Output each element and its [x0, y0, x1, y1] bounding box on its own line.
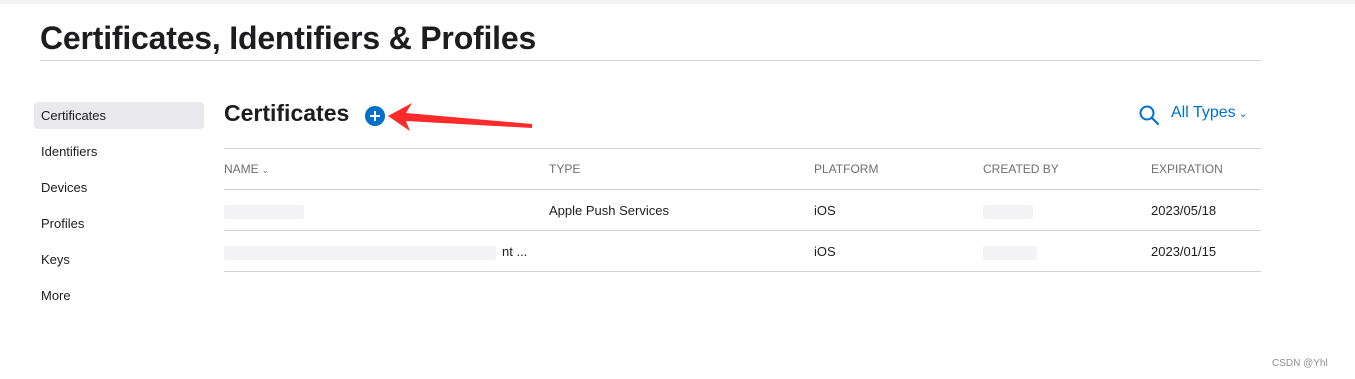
- column-header-name-label: NAME: [224, 162, 259, 176]
- type-filter-label: All Types: [1171, 104, 1236, 121]
- sidebar-item-profiles[interactable]: Profiles: [34, 210, 204, 237]
- redacted-text: [983, 245, 1037, 260]
- row-expiration: 2023/05/18: [1151, 203, 1217, 218]
- type-filter-dropdown[interactable]: All Types ⌄: [1171, 104, 1248, 122]
- table-row[interactable]: nt ... iOS 2023/01/15: [224, 230, 1261, 272]
- section-title: Certificates: [224, 100, 350, 126]
- sidebar-item-keys[interactable]: Keys: [34, 246, 204, 273]
- row-platform: iOS: [814, 244, 836, 259]
- redacted-text: [224, 204, 304, 219]
- title-divider: [40, 60, 1261, 61]
- certificates-table: NAME ⌄ TYPE PLATFORM CREATED BY EXPIRATIO…: [224, 148, 1261, 272]
- sidebar-item-more[interactable]: More: [34, 282, 204, 309]
- row-expiration: 2023/01/15: [1151, 244, 1217, 259]
- redacted-text: [224, 245, 496, 260]
- column-header-expiration: EXPIRATION: [1151, 162, 1223, 176]
- row-created-by: [983, 231, 1037, 272]
- row-name: nt ...: [224, 231, 527, 272]
- sort-chevron-icon: ⌄: [261, 165, 270, 175]
- search-icon[interactable]: [1138, 104, 1160, 126]
- sidebar: Certificates Identifiers Devices Profile…: [34, 102, 204, 318]
- chevron-down-icon: ⌄: [1238, 108, 1248, 120]
- top-bar: [0, 0, 1355, 4]
- row-name: [224, 190, 304, 231]
- column-header-created-by: CREATED BY: [983, 162, 1059, 176]
- row-platform: iOS: [814, 203, 836, 218]
- redacted-text: [983, 204, 1033, 219]
- row-name-text: nt ...: [502, 244, 528, 259]
- sidebar-item-identifiers[interactable]: Identifiers: [34, 138, 204, 165]
- sidebar-item-certificates[interactable]: Certificates: [34, 102, 204, 129]
- sidebar-item-devices[interactable]: Devices: [34, 174, 204, 201]
- watermark: CSDN @Yhl: [1272, 358, 1328, 369]
- row-type: Apple Push Services: [549, 203, 669, 218]
- column-header-type: TYPE: [549, 162, 581, 176]
- column-header-platform: PLATFORM: [814, 162, 879, 176]
- column-header-name[interactable]: NAME ⌄: [224, 149, 269, 191]
- annotation-arrow-icon: [388, 103, 532, 131]
- page-title: Certificates, Identifiers & Profiles: [40, 20, 537, 56]
- row-created-by: [983, 190, 1033, 231]
- table-header-row: NAME ⌄ TYPE PLATFORM CREATED BY EXPIRATIO…: [224, 148, 1261, 189]
- table-row[interactable]: Apple Push Services iOS 2023/05/18: [224, 189, 1261, 230]
